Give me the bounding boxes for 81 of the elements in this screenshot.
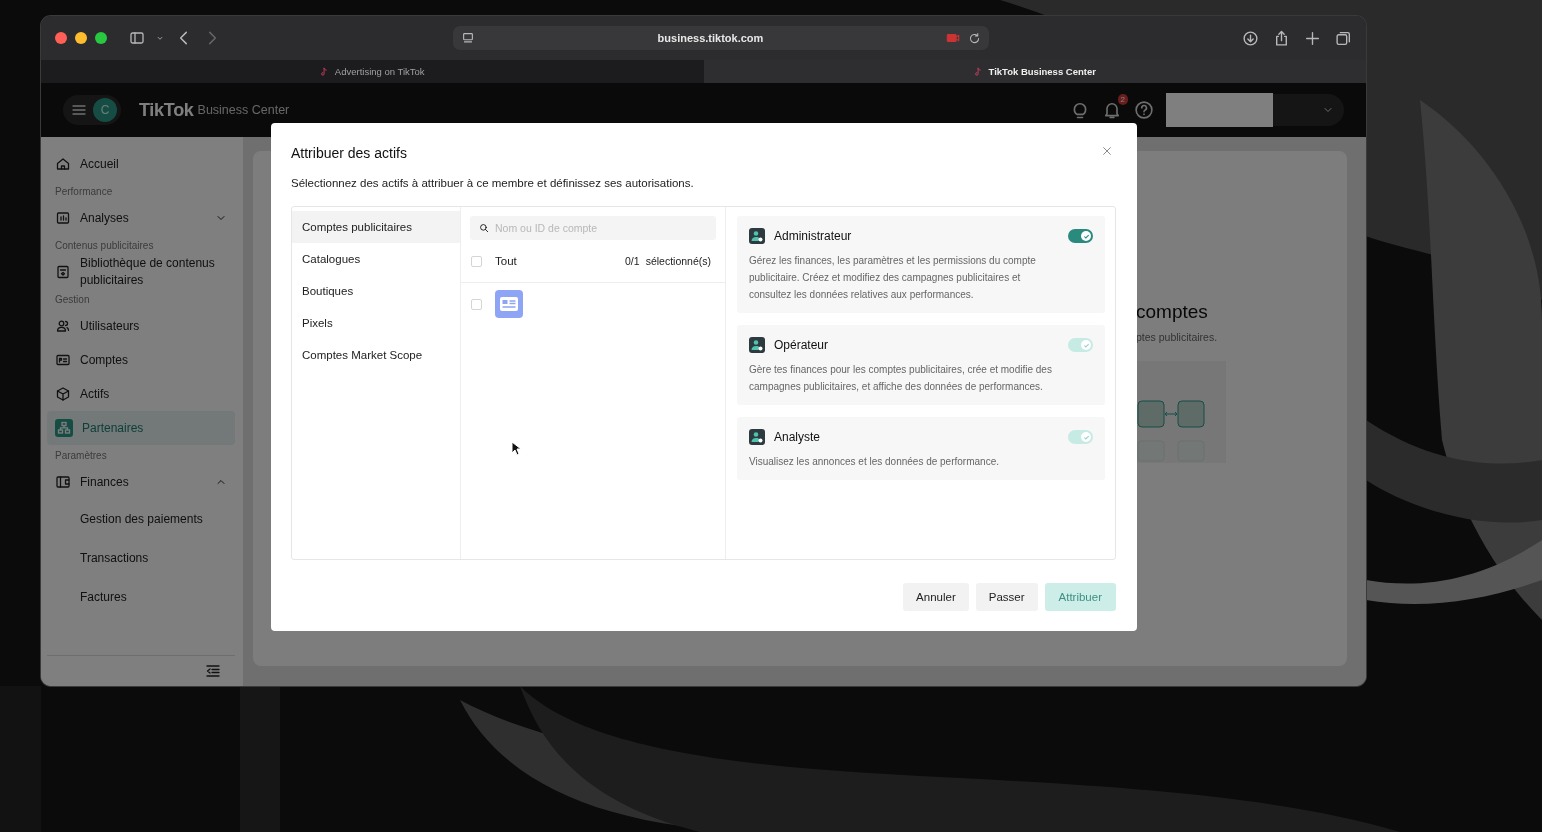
section-label: Contenus publicitaires <box>54 239 155 253</box>
role-name: Opérateur <box>774 338 830 352</box>
note-icon <box>973 66 984 77</box>
check-icon <box>1082 232 1090 240</box>
section-label: Performance <box>54 185 114 199</box>
check-icon <box>1082 433 1090 441</box>
minimize-window-button[interactable] <box>75 32 87 44</box>
sidebar-item[interactable]: Partenaires <box>47 411 235 445</box>
role-description: Gère tes finances pour les comptes publicitaires, crée et modifie des campagnes publicitaires, et affiche des données de performances. <box>749 363 1053 394</box>
partners-icon <box>55 419 73 437</box>
menu-icon <box>71 102 87 118</box>
user-role-icon <box>749 228 765 244</box>
users-icon <box>55 318 71 334</box>
new-tab-icon <box>1304 29 1321 47</box>
sidebar-subitem[interactable]: Gestion des paiements <box>47 499 235 538</box>
user-role-icon <box>749 429 765 445</box>
sidebar-item[interactable]: Accueil <box>47 147 235 181</box>
dialog-button[interactable]: Passer <box>975 583 1038 611</box>
role-name: Analyste <box>774 430 822 444</box>
avatar: C <box>93 98 117 122</box>
close-window-button[interactable] <box>55 32 67 44</box>
section-label: Paramètres <box>54 449 108 463</box>
zoom-window-button[interactable] <box>95 32 107 44</box>
sidebar-item[interactable]: Actifs <box>47 377 235 411</box>
sidebar-toggle-icon <box>129 30 145 46</box>
wallet-icon <box>55 474 71 490</box>
page-description: ptes publicitaires. <box>1136 331 1219 343</box>
note-icon <box>319 66 330 77</box>
sidebar-item[interactable]: Analyses <box>47 201 235 235</box>
asset-category[interactable]: Catalogues <box>292 243 460 275</box>
user-role-icon <box>749 337 765 353</box>
collapse-sidebar-icon <box>205 663 221 679</box>
checkbox[interactable] <box>471 255 482 267</box>
home-icon <box>55 156 71 172</box>
search-icon <box>479 223 489 233</box>
role-description: Visualisez les annonces et les données de performance. <box>749 455 1000 469</box>
role-name: Administrateur <box>774 229 853 243</box>
logo: TikTok <box>139 99 194 121</box>
selection-count-label: sélectionné(s) <box>645 255 711 267</box>
dialog-title: Attribuer des actifs <box>291 145 407 161</box>
search-field[interactable]: Nom ou ID de compte <box>470 216 716 240</box>
help-icon <box>1134 100 1154 120</box>
dialog-button[interactable]: Annuler <box>903 583 969 611</box>
sidebar-item[interactable]: Bibliothèque de contenus publicitaires <box>47 255 235 289</box>
close-icon <box>1101 145 1113 157</box>
tabs-overview-icon <box>1335 29 1352 47</box>
browser-tab[interactable]: Advertising on TikTok <box>41 60 704 83</box>
account-selector[interactable] <box>1166 94 1344 126</box>
sidebar-subitem[interactable]: Transactions <box>47 538 235 577</box>
checkbox[interactable] <box>471 298 482 310</box>
cube-icon <box>55 386 71 402</box>
asset-category[interactable]: Boutiques <box>292 275 460 307</box>
download-icon <box>1242 29 1259 47</box>
asset-category[interactable]: Pixels <box>292 307 460 339</box>
bell-icon <box>1102 100 1122 120</box>
asset-category[interactable]: Comptes publicitaires <box>292 211 460 243</box>
page-heading: comptes <box>1136 301 1209 323</box>
sidebar-item[interactable]: Utilisateurs <box>47 309 235 343</box>
asset-category[interactable]: Comptes Market Scope <box>292 339 460 371</box>
ad-account-icon <box>495 290 523 318</box>
toggle-switch[interactable] <box>1068 229 1093 243</box>
share-icon <box>1273 29 1290 47</box>
reload-icon <box>968 31 981 45</box>
role-description: Gérez les finances, les paramètres et les permissions du compte publicitaire. Créez et modifiez des campagnes publicitaires et consultez les données relatives aux performances. <box>749 254 1037 302</box>
bar-chart-icon <box>55 210 71 226</box>
sidebar-item[interactable]: Finances <box>47 465 235 499</box>
selection-count: 0/1 <box>625 255 640 267</box>
library-icon <box>55 264 71 280</box>
id-card-icon <box>55 352 71 368</box>
dialog-description: Sélectionnez des actifs à attribuer à ce membre et définissez ses autorisations. <box>291 177 695 189</box>
cursor-icon <box>511 441 521 456</box>
select-all-label: Tout <box>495 255 517 267</box>
sidebar-item[interactable]: Comptes <box>47 343 235 377</box>
page-menu-icon <box>461 31 475 45</box>
check-icon <box>1082 341 1090 349</box>
notification-badge: 2 <box>1117 94 1128 105</box>
sidebar-subitem[interactable]: Factures <box>47 577 235 616</box>
address-bar[interactable]: business.tiktok.com <box>453 26 989 50</box>
product-name: Business Center <box>197 103 290 117</box>
section-label: Gestion <box>54 293 91 307</box>
browser-tab[interactable]: TikTok Business Center <box>703 60 1366 83</box>
